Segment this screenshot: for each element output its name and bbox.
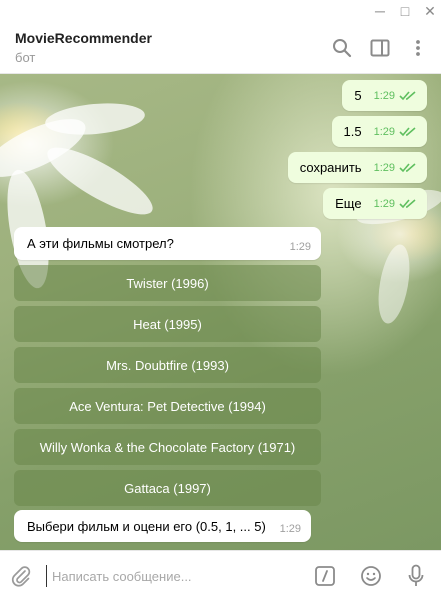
inline-button-movie[interactable]: Willy Wonka & the Chocolate Factory (197… [14,429,321,465]
bot-commands-icon[interactable] [312,563,338,589]
search-icon[interactable] [330,36,354,60]
read-ticks-icon [399,126,416,136]
message-time: 1:29 [373,89,395,102]
message-text: сохранить [299,160,362,175]
emoji-icon[interactable] [358,563,384,589]
microphone-icon[interactable] [403,563,429,589]
message-text: Еще [335,196,362,211]
message-time: 1:29 [373,161,395,174]
inline-button-movie[interactable]: Twister (1996) [14,265,321,301]
wallpaper-petal [39,136,161,226]
window-titlebar: ─ □ ✕ [0,0,441,22]
inline-button-movie[interactable]: Heat (1995) [14,306,321,342]
more-vertical-icon[interactable] [406,36,430,60]
message-time: 1:29 [279,523,301,535]
incoming-message[interactable]: Выбери фильм и оцени его (0.5, 1, ... 5)… [14,510,311,542]
read-ticks-icon [399,90,416,100]
maximize-button[interactable]: □ [392,0,418,22]
outgoing-message[interactable]: 1.5 1:29 [331,116,427,147]
chat-history[interactable]: 5 1:29 1.5 1:29 сохранить 1:29 Еще 1:29 … [0,74,441,550]
sidebar-toggle-icon[interactable] [368,36,392,60]
chat-title[interactable]: MovieRecommender [15,30,152,46]
outgoing-message[interactable]: 5 1:29 [342,80,427,111]
minimize-button[interactable]: ─ [367,0,393,22]
message-text: 5 [354,88,362,103]
chat-subtitle: бот [15,50,36,65]
message-input[interactable] [46,565,296,587]
attach-icon[interactable] [8,563,34,589]
message-time: 1:29 [289,241,311,253]
read-ticks-icon [399,198,416,208]
wallpaper-petal [43,99,147,139]
inline-button-movie[interactable]: Gattaca (1997) [14,470,321,506]
outgoing-message[interactable]: Еще 1:29 [323,188,427,219]
message-time: 1:29 [373,197,395,210]
message-composer [0,550,441,600]
inline-button-movie[interactable]: Mrs. Doubtfire (1993) [14,347,321,383]
wallpaper-petal [373,242,415,326]
message-text: А эти фильмы смотрел? [27,236,174,251]
message-time: 1:29 [373,125,395,138]
outgoing-message[interactable]: сохранить 1:29 [287,152,427,183]
message-text: 1.5 [343,124,362,139]
incoming-message[interactable]: А эти фильмы смотрел? 1:29 [14,227,321,260]
chat-header: MovieRecommender бот [0,22,441,74]
inline-button-movie[interactable]: Ace Ventura: Pet Detective (1994) [14,388,321,424]
read-ticks-icon [399,162,416,172]
message-text: Выбери фильм и оцени его (0.5, 1, ... 5) [27,518,266,534]
close-button[interactable]: ✕ [417,0,441,22]
